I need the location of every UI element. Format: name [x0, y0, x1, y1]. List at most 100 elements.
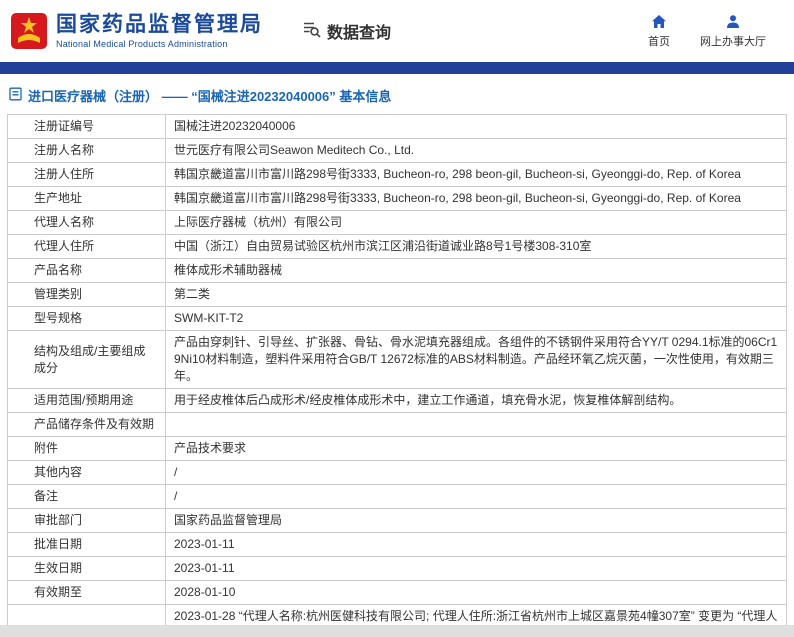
- table-row: 附件 产品技术要求: [7, 436, 787, 461]
- row-value: [165, 412, 787, 437]
- table-row: 产品储存条件及有效期: [7, 412, 787, 437]
- row-label: 产品名称: [7, 258, 166, 283]
- row-value: 2023-01-11: [165, 532, 787, 557]
- agency-name-en: National Medical Products Administration: [56, 39, 228, 49]
- table-row: 生效日期 2023-01-11: [7, 556, 787, 581]
- nav-service-hall[interactable]: 网上办事大厅: [700, 14, 766, 49]
- table-row: 批准日期 2023-01-11: [7, 532, 787, 557]
- row-label: 注册人住所: [7, 162, 166, 187]
- row-label-text: 型号规格: [34, 311, 83, 325]
- row-label: 其他内容: [7, 460, 166, 485]
- row-label: 变更情况: [7, 604, 166, 625]
- row-label: 代理人名称: [7, 210, 166, 235]
- row-label-text: 注册人名称: [34, 143, 95, 157]
- site-header: 国家药品监督管理局 National Medical Products Admi…: [0, 0, 794, 62]
- row-label: 结构及组成/主要组成成分: [7, 330, 166, 389]
- row-value: SWM-KIT-T2: [165, 306, 787, 331]
- row-value: 2023-01-28 “代理人名称:杭州医健科技有限公司; 代理人住所:浙江省杭…: [165, 604, 787, 625]
- data-query-label: 数据查询: [327, 25, 392, 42]
- footer-strip: [0, 625, 794, 637]
- row-label-text: 其他内容: [34, 465, 83, 479]
- nmpa-logo-icon: [10, 12, 48, 50]
- row-value: 2023-01-11: [165, 556, 787, 581]
- row-label: 生产地址: [7, 186, 166, 211]
- table-row: 变更情况 2023-01-28 “代理人名称:杭州医健科技有限公司; 代理人住所…: [7, 604, 787, 625]
- row-value: 国家药品监督管理局: [165, 508, 787, 533]
- table-row: 注册人名称 世元医疗有限公司Seawon Meditech Co., Ltd.: [7, 138, 787, 163]
- info-table-body: 注册证编号 国械注进20232040006 注册人名称 世元医疗有限公司Seaw…: [7, 114, 787, 625]
- table-row: 备注 /: [7, 484, 787, 509]
- breadcrumb-text: 进口医疗器械（注册） —— “国械注进20232040006” 基本信息: [28, 89, 392, 104]
- row-value: 产品技术要求: [165, 436, 787, 461]
- row-value: 第二类: [165, 282, 787, 307]
- row-value: 国械注进20232040006: [165, 114, 787, 139]
- table-row: 代理人名称 上际医疗器械（杭州）有限公司: [7, 210, 787, 235]
- data-query-section: 数据查询: [301, 19, 391, 44]
- row-label-text: 有效期至: [34, 585, 83, 599]
- row-value: 韩国京畿道富川市富川路298号街3333, Bucheon-ro, 298 be…: [165, 186, 787, 211]
- table-row: 适用范围/预期用途 用于经皮椎体后凸成形术/经皮椎体成形术中，建立工作通道，填充…: [7, 388, 787, 413]
- table-row: 代理人住所 中国（浙江）自由贸易试验区杭州市滨江区浦沿街道诚业路8号1号楼308…: [7, 234, 787, 259]
- nav-service-hall-label: 网上办事大厅: [700, 35, 766, 48]
- row-label-text: 批准日期: [34, 537, 83, 551]
- row-label: 适用范围/预期用途: [7, 388, 166, 413]
- row-label-text: 生产地址: [34, 191, 83, 205]
- row-label-text: 管理类别: [34, 287, 83, 301]
- row-value: 2028-01-10: [165, 580, 787, 605]
- row-value: 产品由穿刺针、引导丝、扩张器、骨钻、骨水泥填充器组成。各组件的不锈钢件采用符合Y…: [165, 330, 787, 389]
- data-query-icon: [301, 19, 321, 44]
- row-label-text: 附件: [34, 441, 59, 455]
- row-value: 韩国京畿道富川市富川路298号街3333, Bucheon-ro, 298 be…: [165, 162, 787, 187]
- table-row: 型号规格 SWM-KIT-T2: [7, 306, 787, 331]
- top-nav: 首页 网上办事大厅: [648, 14, 766, 49]
- row-value: 世元医疗有限公司Seawon Meditech Co., Ltd.: [165, 138, 787, 163]
- row-label: 备注: [7, 484, 166, 509]
- header-divider-bar: [0, 62, 794, 74]
- row-label-text: 备注: [34, 489, 59, 503]
- row-label-text: 适用范围/预期用途: [34, 393, 134, 407]
- row-value: 椎体成形术辅助器械: [165, 258, 787, 283]
- row-value: /: [165, 460, 787, 485]
- row-value: 上际医疗器械（杭州）有限公司: [165, 210, 787, 235]
- brand-text: 国家药品监督管理局 National Medical Products Admi…: [56, 13, 263, 49]
- document-icon: [9, 87, 22, 104]
- row-label: 型号规格: [7, 306, 166, 331]
- row-value: /: [165, 484, 787, 509]
- row-label-text: 注册人住所: [34, 167, 95, 181]
- row-value: 中国（浙江）自由贸易试验区杭州市滨江区浦沿街道诚业路8号1号楼308-310室: [165, 234, 787, 259]
- row-label: 注册人名称: [7, 138, 166, 163]
- page: 国家药品监督管理局 National Medical Products Admi…: [0, 0, 794, 637]
- row-label: 代理人住所: [7, 234, 166, 259]
- table-row: 产品名称 椎体成形术辅助器械: [7, 258, 787, 283]
- agency-name-cn: 国家药品监督管理局: [56, 13, 263, 36]
- table-row: 结构及组成/主要组成成分 产品由穿刺针、引导丝、扩张器、骨钻、骨水泥填充器组成。…: [7, 330, 787, 389]
- nav-home[interactable]: 首页: [648, 14, 670, 49]
- row-label: 批准日期: [7, 532, 166, 557]
- row-label: 审批部门: [7, 508, 166, 533]
- brand[interactable]: 国家药品监督管理局 National Medical Products Admi…: [10, 12, 263, 50]
- table-row: 管理类别 第二类: [7, 282, 787, 307]
- row-label-text: 生效日期: [34, 561, 83, 575]
- row-label: 管理类别: [7, 282, 166, 307]
- table-row: 注册证编号 国械注进20232040006: [7, 114, 787, 139]
- row-label: 有效期至: [7, 580, 166, 605]
- person-icon: [725, 14, 741, 30]
- table-row: 有效期至 2028-01-10: [7, 580, 787, 605]
- breadcrumb: 进口医疗器械（注册） —— “国械注进20232040006” 基本信息: [7, 84, 787, 114]
- row-label: 生效日期: [7, 556, 166, 581]
- main-content: 进口医疗器械（注册） —— “国械注进20232040006” 基本信息 注册证…: [0, 74, 794, 625]
- row-label-text: 代理人名称: [34, 215, 95, 229]
- nav-home-label: 首页: [648, 35, 670, 48]
- row-label-text: 代理人住所: [34, 239, 95, 253]
- row-label: 注册证编号: [7, 114, 166, 139]
- row-label-text: 产品储存条件及有效期: [34, 417, 155, 431]
- home-icon: [651, 14, 667, 30]
- row-label-text: 注册证编号: [34, 119, 95, 133]
- row-label: 附件: [7, 436, 166, 461]
- row-label-text: 产品名称: [34, 263, 83, 277]
- table-row: 注册人住所 韩国京畿道富川市富川路298号街3333, Bucheon-ro, …: [7, 162, 787, 187]
- row-label: 产品储存条件及有效期: [7, 412, 166, 437]
- info-table: 注册证编号 国械注进20232040006 注册人名称 世元医疗有限公司Seaw…: [7, 114, 787, 625]
- row-label-text: 审批部门: [34, 513, 83, 527]
- table-row: 审批部门 国家药品监督管理局: [7, 508, 787, 533]
